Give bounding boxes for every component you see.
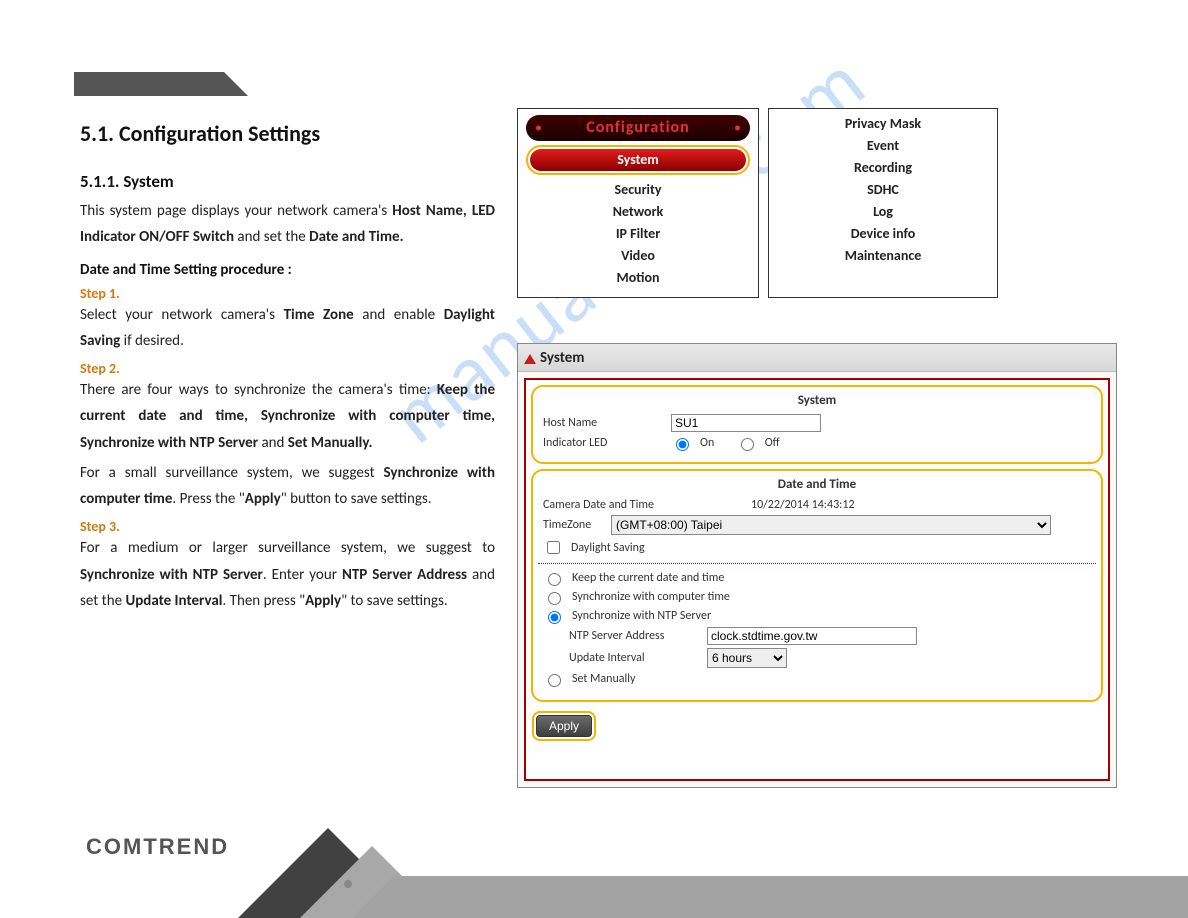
opt-keep-radio[interactable] (548, 573, 561, 586)
footer-bar (394, 876, 1188, 918)
section-title: 5.1.1. System (80, 171, 495, 192)
step2-label: Step 2. (80, 360, 495, 377)
footer-dot (344, 880, 352, 888)
menu-item-system-active[interactable]: System (526, 145, 750, 175)
hostname-label: Host Name (543, 416, 663, 430)
menu-item-event[interactable]: Event (769, 135, 997, 157)
article-body: 5.1. Configuration Settings 5.1.1. Syste… (80, 120, 495, 618)
led-label: Indicator LED (543, 436, 663, 450)
timezone-label: TimeZone (543, 518, 603, 532)
apply-highlight: Apply (532, 711, 596, 741)
step3-label: Step 3. (80, 518, 495, 535)
menu-item-motion[interactable]: Motion (518, 267, 758, 289)
daylight-label: Daylight Saving (571, 541, 645, 555)
procedure-heading: Date and Time Setting procedure : (80, 261, 495, 279)
ntp-address-label: NTP Server Address (569, 629, 699, 643)
config-menu-left: Configuration System Security Network IP… (517, 108, 759, 298)
step2-text-a: There are four ways to synchronize the c… (80, 377, 495, 456)
opt-computer-radio[interactable] (548, 592, 561, 605)
menu-item-deviceinfo[interactable]: Device info (769, 223, 997, 245)
led-on-radio[interactable] (676, 438, 689, 451)
led-on-text: On (700, 436, 714, 450)
datetime-group: Date and Time Camera Date and Time 10/22… (531, 469, 1103, 702)
brand-logo: COMTREND (86, 834, 229, 860)
opt-keep-label: Keep the current date and time (572, 571, 724, 585)
datetime-group-title: Date and Time (543, 477, 1091, 492)
apply-button[interactable]: Apply (536, 715, 592, 737)
update-interval-select[interactable]: 6 hours (707, 648, 787, 668)
step1-label: Step 1. (80, 285, 495, 302)
camera-dt-value: 10/22/2014 14:43:12 (751, 498, 855, 512)
menu-item-privacymask[interactable]: Privacy Mask (769, 113, 997, 135)
separator (538, 563, 1096, 564)
panel-icon (524, 354, 536, 364)
menu-item-video[interactable]: Video (518, 245, 758, 267)
opt-ntp-label: Synchronize with NTP Server (572, 609, 711, 623)
daylight-checkbox[interactable] (547, 541, 560, 554)
menu-item-network[interactable]: Network (518, 201, 758, 223)
menu-item-sdhc[interactable]: SDHC (769, 179, 997, 201)
step2-text-b: For a small surveillance system, we sugg… (80, 460, 495, 513)
opt-manual-label: Set Manually (572, 672, 635, 686)
page-title: 5.1. Configuration Settings (80, 120, 495, 147)
page-tab-decor (74, 72, 224, 96)
step1-text: Select your network camera's Time Zone a… (80, 302, 495, 355)
system-group-title: System (543, 393, 1091, 408)
hostname-input[interactable] (671, 414, 821, 432)
menu-item-security[interactable]: Security (518, 179, 758, 201)
opt-ntp-radio[interactable] (548, 611, 561, 624)
menu-item-recording[interactable]: Recording (769, 157, 997, 179)
ntp-address-input[interactable] (707, 627, 917, 645)
update-interval-label: Update Interval (569, 651, 699, 665)
menu-header-configuration[interactable]: Configuration (526, 115, 750, 141)
opt-manual-radio[interactable] (548, 674, 561, 687)
panel-header: System (518, 344, 1116, 372)
menu-item-log[interactable]: Log (769, 201, 997, 223)
system-panel: System System Host Name Indicator LED On… (517, 343, 1117, 788)
step3-text: For a medium or larger surveillance syst… (80, 535, 495, 614)
camera-dt-label: Camera Date and Time (543, 498, 743, 512)
intro-paragraph: This system page displays your network c… (80, 198, 495, 251)
led-off-radio[interactable] (741, 438, 754, 451)
system-group: System Host Name Indicator LED On Off (531, 385, 1103, 464)
menu-item-maintenance[interactable]: Maintenance (769, 245, 997, 267)
opt-computer-label: Synchronize with computer time (572, 590, 730, 604)
page-footer: COMTREND (0, 814, 1188, 918)
timezone-select[interactable]: (GMT+08:00) Taipei (611, 515, 1051, 535)
menu-item-ipfilter[interactable]: IP Filter (518, 223, 758, 245)
config-menu-right: Privacy Mask Event Recording SDHC Log De… (768, 108, 998, 298)
led-off-text: Off (765, 436, 780, 450)
